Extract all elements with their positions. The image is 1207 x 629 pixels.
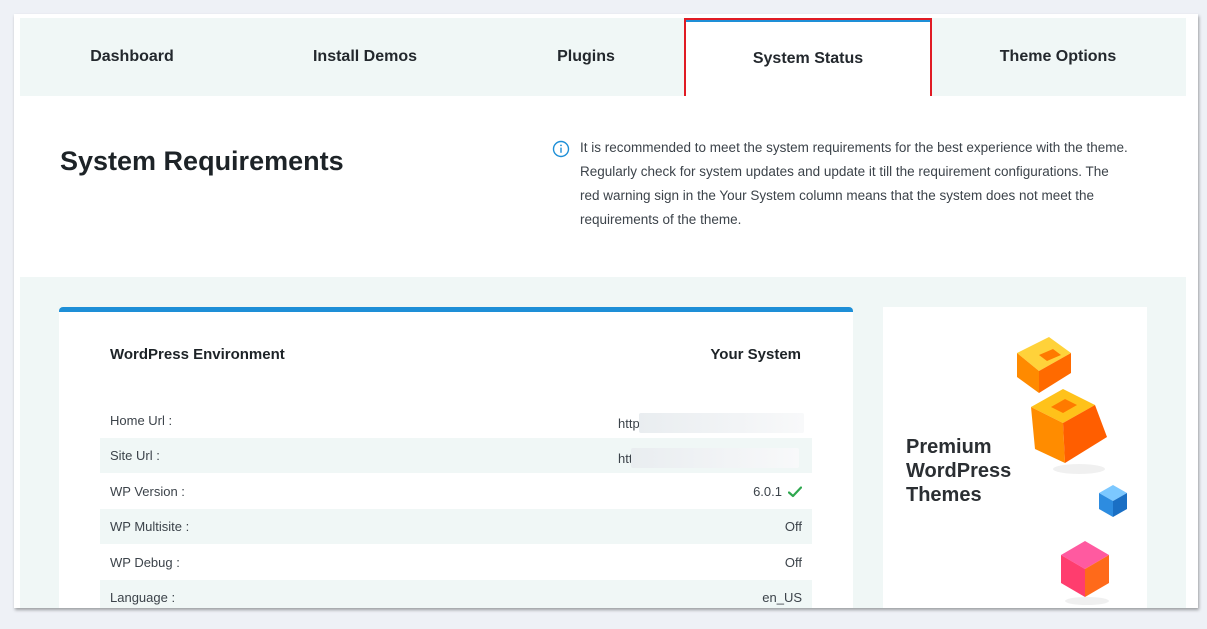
row-value: Off <box>784 519 802 534</box>
blue-cube <box>1099 485 1127 517</box>
blurred-url-mask <box>631 448 800 468</box>
column-header-your-system: Your System <box>710 346 801 363</box>
table-row-wp-debug: WP Debug : Off <box>100 545 812 580</box>
premium-themes-banner[interactable]: Premium WordPress Themes <box>883 307 1147 608</box>
pink-cube <box>1061 541 1109 605</box>
tab-dashboard[interactable]: Dashboard <box>20 18 244 96</box>
row-label: Home Url : <box>110 413 173 428</box>
row-label: Language : <box>110 590 176 605</box>
tab-system-status[interactable]: System Status <box>686 18 930 96</box>
row-value: 6.0.1 <box>753 484 802 499</box>
row-label: WP Debug : <box>110 555 180 570</box>
column-header-environment: WordPress Environment <box>110 346 285 363</box>
tab-install-demos[interactable]: Install Demos <box>244 18 486 96</box>
url-text: htt <box>618 450 633 466</box>
table-header: WordPress Environment Your System <box>110 346 801 370</box>
tab-theme-options[interactable]: Theme Options <box>930 18 1186 96</box>
version-text: 6.0.1 <box>753 484 782 499</box>
table-row-wp-multisite: WP Multisite : Off <box>100 509 812 544</box>
requirements-header: System Requirements It is recommended to… <box>20 96 1186 277</box>
row-label: WP Version : <box>110 484 185 499</box>
row-label: Site Url : <box>110 448 160 463</box>
row-value: en_US <box>762 590 802 605</box>
page-title: System Requirements <box>60 146 344 176</box>
environment-table-card: WordPress Environment Your System Home U… <box>59 307 853 608</box>
table-row-language: Language : en_US <box>100 580 812 608</box>
table-row-site-url: Site Url : htt <box>100 438 812 473</box>
check-icon <box>788 485 802 497</box>
row-label: WP Multisite : <box>110 519 190 534</box>
row-value-url: http <box>618 413 804 433</box>
tab-plugins[interactable]: Plugins <box>486 18 686 96</box>
table-row-home-url: Home Url : http <box>100 403 812 438</box>
admin-frame: Dashboard Install Demos Plugins System S… <box>14 14 1198 608</box>
requirements-notice: It is recommended to meet the system req… <box>580 140 1128 227</box>
promo-title: Premium WordPress Themes <box>906 436 1012 506</box>
row-value: Off <box>784 555 802 570</box>
url-text: http <box>618 415 640 431</box>
blurred-url-mask <box>638 413 804 433</box>
table-row-wp-version: WP Version : 6.0.1 <box>100 474 812 509</box>
admin-panel: Dashboard Install Demos Plugins System S… <box>20 18 1186 608</box>
info-circle-icon <box>552 140 570 158</box>
tab-bar: Dashboard Install Demos Plugins System S… <box>20 18 1186 99</box>
row-value-url: htt <box>618 448 800 468</box>
